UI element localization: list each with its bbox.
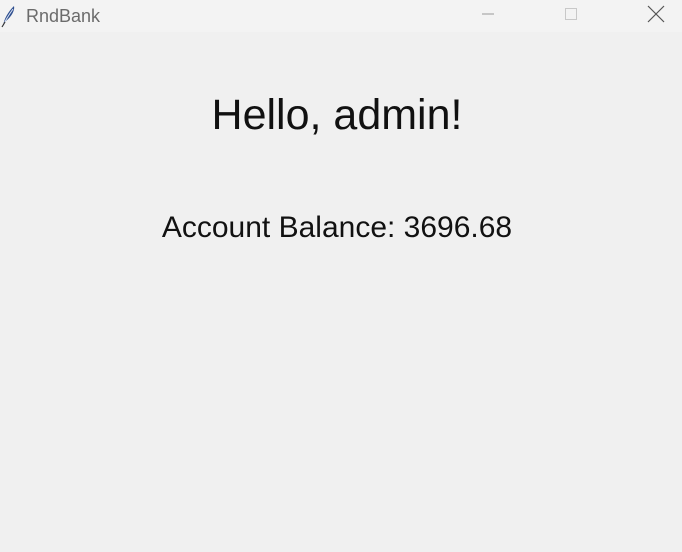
close-button[interactable] [633,0,679,32]
greeting-label: Hello, admin! [211,91,463,139]
feather-icon[interactable] [0,4,18,28]
maximize-icon [561,4,581,29]
close-icon [645,3,667,30]
account-balance-label: Account Balance: 3696.68 [161,211,513,244]
minimize-icon [478,4,498,29]
maximize-button[interactable] [548,0,594,32]
window-title: RndBank [26,6,101,26]
minimize-button[interactable] [465,0,511,32]
title-bar[interactable]: RndBank [0,0,682,32]
app-window: RndBank Hello, admin! Account Balance: 3… [0,0,682,552]
main-content: Hello, admin! Account Balance: 3696.68 [0,32,682,552]
